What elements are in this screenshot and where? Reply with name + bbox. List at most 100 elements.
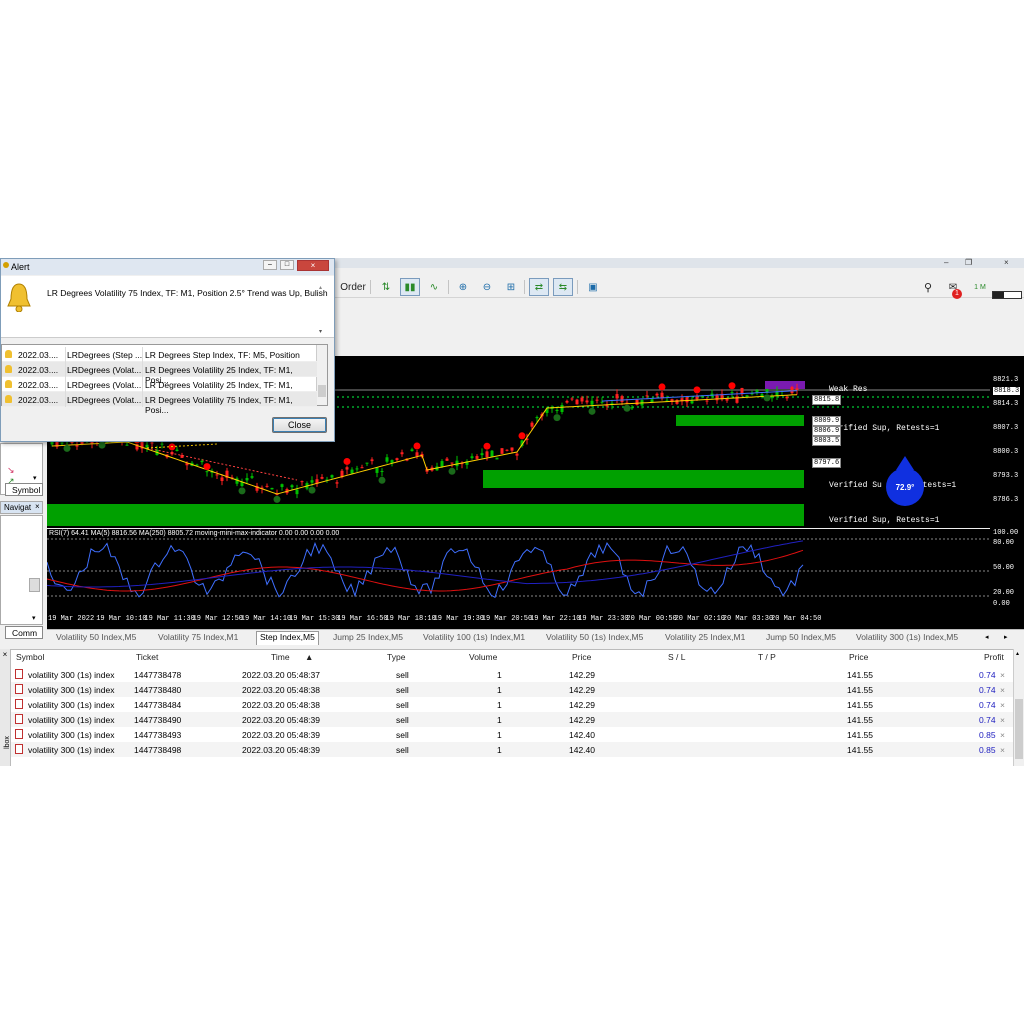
x-tick: 19 Mar 14:10 — [240, 615, 292, 623]
alert-list-thumb[interactable] — [318, 385, 326, 397]
table-row[interactable]: volatility 300 (1s) index 1447738490 2022.… — [11, 712, 1013, 727]
cell-time: 2022.03.20 05:48:38 — [242, 700, 320, 710]
rsi-subchart[interactable]: RSI(7) 64.41 MA(5) 8816.56 MA(250) 8805.… — [47, 529, 990, 612]
navigator-label: Navigat — [4, 503, 32, 512]
cell-symbol: volatility 300 (1s) index — [28, 685, 115, 695]
candlestick-icon[interactable]: ▮▮ — [400, 278, 420, 296]
zoom-in-icon[interactable]: ⊕ — [453, 278, 473, 296]
minimize-icon[interactable]: – — [944, 258, 948, 267]
cell-type: sell — [396, 715, 409, 725]
alert-source: LRDegrees (Volat... — [67, 395, 142, 405]
cell-ticket: 1447738493 — [134, 730, 182, 740]
zone-label-verified-sup-3: Verified Sup, Retests=1 — [829, 516, 940, 525]
chart-tab[interactable]: Volatility 25 Index,M1 — [662, 632, 748, 646]
col-sl[interactable]: S / L — [668, 652, 685, 662]
x-tick: 20 Mar 02:10 — [674, 615, 726, 623]
bar-chart-icon[interactable]: ⇅ — [376, 278, 396, 296]
table-row[interactable]: volatility 300 (1s) index 1447738480 2022.… — [11, 682, 1013, 697]
chart-tab[interactable]: Jump 50 Index,M5 — [763, 632, 839, 646]
time-axis: 19 Mar 2022 19 Mar 10:10 19 Mar 11:30 19 Ma… — [47, 612, 1024, 629]
msg-scroll-up-icon[interactable]: ▴ — [319, 284, 322, 291]
auto-scroll-icon[interactable]: ⇄ — [529, 278, 549, 296]
table-row[interactable]: volatility 300 (1s) index 1447738478 2022.… — [11, 667, 1013, 682]
price-tag: 8806.9 — [812, 426, 842, 436]
close-position-icon[interactable]: × — [1000, 685, 1005, 695]
alert-history-row[interactable]: 2022.03.... LRDegrees (Volat... LR Degrees… — [2, 362, 317, 385]
col-tp[interactable]: T / P — [758, 652, 776, 662]
close-position-icon[interactable]: × — [1000, 730, 1005, 740]
line-chart-icon[interactable]: ∿ — [424, 278, 444, 296]
navigator-scroll-thumb[interactable] — [29, 578, 40, 592]
alert-source: LRDegrees (Volat... — [67, 380, 142, 390]
cell-type: sell — [396, 745, 409, 755]
table-row[interactable]: volatility 300 (1s) index 1447738498 2022.… — [11, 742, 1013, 757]
chart-tab[interactable]: Volatility 75 Index,M1 — [155, 632, 241, 646]
col-profit[interactable]: Profit — [984, 652, 1004, 662]
chart-tab[interactable]: Volatility 300 (1s) Index,M5 — [853, 632, 961, 646]
col-ticket[interactable]: Ticket — [136, 652, 158, 662]
tabs-scroll-icon[interactable]: ◂ — [985, 633, 989, 641]
msg-scroll-down-icon[interactable]: ▾ — [319, 328, 322, 335]
tab-common[interactable]: Comm — [5, 626, 43, 639]
scroll-thumb[interactable] — [1015, 699, 1023, 759]
close-window-icon[interactable]: × — [1004, 258, 1009, 267]
zoom-out-icon[interactable]: ⊖ — [477, 278, 497, 296]
tile-windows-icon[interactable]: ⊞ — [501, 278, 521, 296]
chart-tab[interactable]: Step Index,M5 — [256, 631, 319, 645]
alert-close-icon[interactable]: × — [297, 260, 329, 271]
screenshot-icon[interactable]: ▣ — [583, 278, 603, 296]
tab-symbol[interactable]: Symbol — [5, 483, 43, 496]
alert-list-scrollbar[interactable] — [316, 345, 327, 405]
alert-message-box: LR Degrees Volatility 75 Index, TF: M1, … — [1, 276, 334, 338]
alert-minimize-icon[interactable]: – — [263, 260, 277, 270]
chart-tab[interactable]: Volatility 50 Index,M5 — [53, 632, 139, 646]
alert-maximize-icon[interactable]: □ — [280, 260, 294, 270]
col-price2[interactable]: Price — [849, 652, 868, 662]
chart-tab[interactable]: Volatility 100 (1s) Index,M1 — [420, 632, 528, 646]
cell-current-price: 141.55 — [847, 700, 873, 710]
scroll-up-icon[interactable]: ▴ — [1016, 650, 1019, 657]
cell-symbol: volatility 300 (1s) index — [28, 670, 115, 680]
cell-profit: 0.74 — [979, 670, 996, 680]
degree-badge: 72.9° — [886, 468, 924, 506]
cell-ticket: 1447738478 — [134, 670, 182, 680]
close-position-icon[interactable]: × — [1000, 670, 1005, 680]
close-button[interactable]: Close — [272, 417, 327, 433]
col-type[interactable]: Type — [387, 652, 405, 662]
close-position-icon[interactable]: × — [1000, 700, 1005, 710]
close-navigator-icon[interactable]: × — [35, 502, 40, 511]
cell-symbol: volatility 300 (1s) index — [28, 700, 115, 710]
close-position-icon[interactable]: × — [1000, 745, 1005, 755]
rsi-tick: 20.00 — [993, 589, 1015, 597]
table-row[interactable]: volatility 300 (1s) index 1447738493 2022.… — [11, 727, 1013, 742]
col-price[interactable]: Price — [572, 652, 591, 662]
chart-tab[interactable]: Jump 25 Index,M5 — [330, 632, 406, 646]
col-time[interactable]: Time — [271, 652, 290, 662]
scroll-down-icon-2[interactable]: ▾ — [32, 614, 36, 622]
signal-icon[interactable]: 1 M — [972, 278, 988, 296]
new-order-button[interactable]: Order — [340, 278, 366, 296]
chart-shift-icon[interactable]: ⇆ — [553, 278, 573, 296]
rsi-tick: 100.00 — [993, 529, 1019, 537]
col-volume[interactable]: Volume — [469, 652, 497, 662]
restore-icon[interactable]: ❐ — [965, 258, 972, 267]
alert-history-row[interactable]: 2022.03.... LRDegrees (Volat... LR Degrees… — [2, 392, 317, 415]
col-symbol[interactable]: Symbol — [16, 652, 44, 662]
tabs-scroll-right-icon[interactable]: ▸ — [1004, 633, 1008, 641]
chart-tab[interactable]: Volatility 50 (1s) Index,M5 — [543, 632, 646, 646]
y-tick: 8793.3 — [993, 472, 1019, 480]
close-position-icon[interactable]: × — [1000, 715, 1005, 725]
zone-label-verified-sup-2: Verified Su — [829, 481, 882, 490]
cell-price: 142.29 — [569, 700, 595, 710]
search-icon[interactable]: ⚲ — [920, 278, 936, 296]
x-tick: 19 Mar 16:50 — [337, 615, 388, 623]
alert-history-row[interactable]: 2022.03.... LRDegrees (Volat... LR Degrees… — [2, 377, 317, 400]
scroll-down-icon[interactable]: ▾ — [33, 474, 37, 482]
alert-history-row[interactable]: 2022.03.... LRDegrees (Step ... LR Degrees… — [2, 347, 317, 370]
zone-support-1 — [47, 504, 804, 526]
x-tick: 19 Mar 15:30 — [289, 615, 340, 623]
close-toolbox-icon[interactable]: × — [0, 650, 10, 660]
table-row[interactable]: volatility 300 (1s) index 1447738484 2022.… — [11, 697, 1013, 712]
trade-scrollbar[interactable]: ▴ — [1013, 649, 1024, 766]
cell-volume: 1 — [497, 715, 502, 725]
